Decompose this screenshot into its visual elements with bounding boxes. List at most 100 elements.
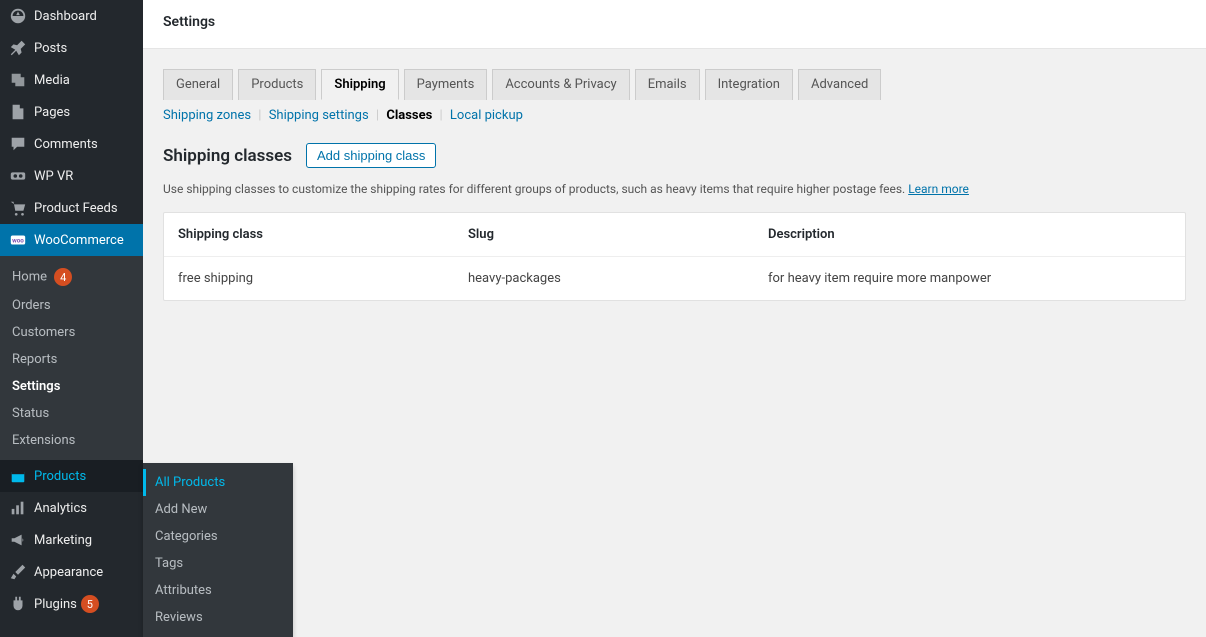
menu-wpvr[interactable]: WP VR — [0, 160, 143, 192]
tab-emails[interactable]: Emails — [635, 69, 700, 100]
cart-icon — [8, 199, 28, 217]
flyout-label: Reviews — [155, 610, 203, 625]
admin-sidebar: Dashboard Posts Media Pages Comments WP … — [0, 0, 143, 637]
page-title-bar: Settings — [143, 0, 1206, 49]
header-shipping-class: Shipping class — [178, 227, 468, 242]
cell-description: for heavy item require more manpower — [768, 271, 1171, 286]
menu-comments[interactable]: Comments — [0, 128, 143, 160]
separator: | — [440, 108, 446, 123]
submenu-settings[interactable]: Settings — [0, 373, 143, 400]
section-heading: Shipping classes Add shipping class — [163, 143, 1186, 168]
submenu-customers[interactable]: Customers — [0, 319, 143, 346]
menu-dashboard[interactable]: Dashboard — [0, 0, 143, 32]
header-description: Description — [768, 227, 1171, 242]
menu-label: Comments — [34, 137, 98, 152]
subtab-classes[interactable]: Classes — [386, 108, 432, 123]
flyout-label: Attributes — [155, 583, 212, 598]
flyout-tags[interactable]: Tags — [143, 550, 293, 577]
pin-icon — [8, 39, 28, 57]
menu-plugins[interactable]: Plugins 5 — [0, 588, 143, 620]
submenu-orders[interactable]: Orders — [0, 292, 143, 319]
menu-posts[interactable]: Posts — [0, 32, 143, 64]
menu-label: Posts — [34, 41, 67, 56]
subtab-shipping-settings[interactable]: Shipping settings — [269, 108, 369, 123]
menu-label: Marketing — [34, 533, 92, 548]
submenu-label: Settings — [12, 379, 60, 394]
page-title: Settings — [163, 14, 1186, 30]
section-description: Use shipping classes to customize the sh… — [163, 182, 1186, 196]
flyout-attributes[interactable]: Attributes — [143, 577, 293, 604]
shipping-subtabs: Shipping zones | Shipping settings | Cla… — [163, 108, 1186, 123]
menu-product-feeds[interactable]: Product Feeds — [0, 192, 143, 224]
flyout-label: Categories — [155, 529, 218, 544]
menu-pages[interactable]: Pages — [0, 96, 143, 128]
tab-general[interactable]: General — [163, 69, 233, 100]
svg-text:woo: woo — [12, 237, 24, 245]
table-header-row: Shipping class Slug Description — [164, 213, 1185, 257]
tab-advanced[interactable]: Advanced — [798, 69, 881, 100]
comment-icon — [8, 135, 28, 153]
learn-more-link[interactable]: Learn more — [908, 182, 969, 196]
flyout-reviews[interactable]: Reviews — [143, 604, 293, 631]
flyout-add-new[interactable]: Add New — [143, 496, 293, 523]
separator: | — [376, 108, 382, 123]
cell-slug: heavy-packages — [468, 271, 768, 286]
menu-analytics[interactable]: Analytics — [0, 492, 143, 524]
menu-label: Plugins — [34, 597, 77, 612]
woocommerce-submenu: Home 4 Orders Customers Reports Settings… — [0, 256, 143, 460]
count-badge: 4 — [54, 268, 72, 286]
menu-appearance[interactable]: Appearance — [0, 556, 143, 588]
shipping-classes-table: Shipping class Slug Description free shi… — [163, 212, 1186, 301]
count-badge: 5 — [81, 595, 99, 613]
table-row[interactable]: free shipping heavy-packages for heavy i… — [164, 257, 1185, 300]
submenu-reports[interactable]: Reports — [0, 346, 143, 373]
tab-products[interactable]: Products — [238, 69, 316, 100]
tab-payments[interactable]: Payments — [404, 69, 488, 100]
menu-products[interactable]: Products — [0, 460, 143, 492]
submenu-label: Orders — [12, 298, 51, 313]
menu-marketing[interactable]: Marketing — [0, 524, 143, 556]
tab-shipping[interactable]: Shipping — [321, 69, 398, 100]
submenu-status[interactable]: Status — [0, 400, 143, 427]
plug-icon — [8, 595, 28, 613]
cell-shipping-class: free shipping — [178, 271, 468, 286]
menu-media[interactable]: Media — [0, 64, 143, 96]
dashboard-icon — [8, 7, 28, 25]
tab-integration[interactable]: Integration — [705, 69, 793, 100]
menu-woocommerce[interactable]: woo WooCommerce — [0, 224, 143, 256]
flyout-categories[interactable]: Categories — [143, 523, 293, 550]
submenu-home[interactable]: Home 4 — [0, 262, 143, 292]
submenu-extensions[interactable]: Extensions — [0, 427, 143, 454]
products-flyout: All Products Add New Categories Tags Att… — [143, 463, 293, 637]
menu-label: Pages — [34, 105, 70, 120]
submenu-label: Home — [12, 270, 47, 285]
submenu-label: Extensions — [12, 433, 75, 448]
flyout-label: All Products — [155, 475, 225, 490]
menu-label: Media — [34, 73, 70, 88]
megaphone-icon — [8, 531, 28, 549]
subtab-local-pickup[interactable]: Local pickup — [450, 108, 523, 123]
tab-accounts[interactable]: Accounts & Privacy — [492, 69, 629, 100]
add-shipping-class-button[interactable]: Add shipping class — [306, 143, 436, 168]
menu-label: Products — [34, 469, 86, 484]
products-icon — [8, 467, 28, 485]
menu-label: Product Feeds — [34, 201, 118, 216]
menu-label: WooCommerce — [34, 233, 124, 248]
menu-label: Dashboard — [34, 9, 97, 24]
flyout-all-products[interactable]: All Products — [143, 469, 293, 496]
menu-label: Analytics — [34, 501, 87, 516]
page-icon — [8, 103, 28, 121]
header-slug: Slug — [468, 227, 768, 242]
submenu-label: Reports — [12, 352, 57, 367]
woo-icon: woo — [8, 231, 28, 249]
vr-icon — [8, 167, 28, 185]
analytics-icon — [8, 499, 28, 517]
separator: | — [258, 108, 264, 123]
submenu-label: Status — [12, 406, 49, 421]
arrow-indicator-icon — [143, 232, 151, 248]
menu-label: WP VR — [34, 169, 73, 184]
subtab-shipping-zones[interactable]: Shipping zones — [163, 108, 251, 123]
submenu-label: Customers — [12, 325, 75, 340]
flyout-label: Add New — [155, 502, 207, 517]
main-content: Settings General Products Shipping Payme… — [143, 0, 1206, 637]
